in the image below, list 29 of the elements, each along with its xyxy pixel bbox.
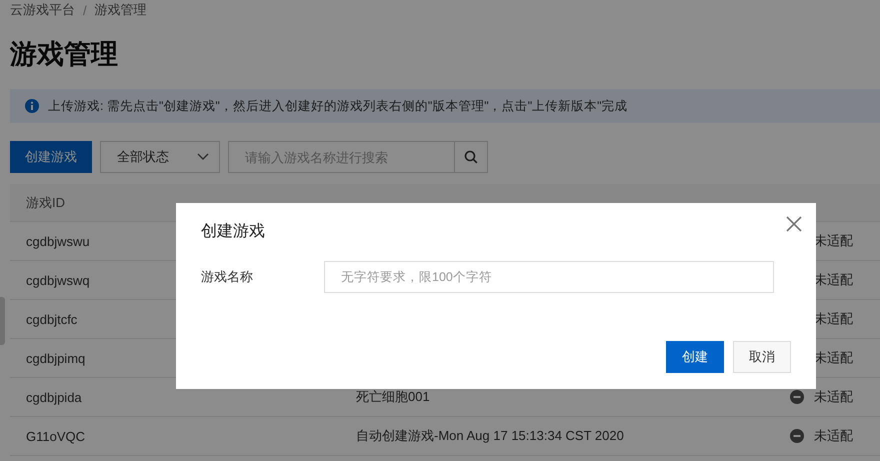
table-cell: cgdbjpida (26, 390, 82, 404)
close-icon[interactable] (786, 216, 802, 232)
status-text: 未适配 (814, 427, 853, 445)
table-cell: cgdbjpimq (26, 350, 86, 366)
notice-text: 上传游戏: 需先点击"创建游戏"，然后进入创建好的游戏列表右侧的"版本管理"，点击"上传新版本"完成 (48, 98, 628, 114)
create-game-button[interactable]: 创建游戏 (10, 141, 92, 173)
breadcrumb-item: 游戏管理 (94, 1, 147, 19)
column-header: 游戏ID (26, 194, 65, 212)
field-label: 游戏名称 (201, 268, 254, 286)
search-bar[interactable]: 请输入游戏名称进行搜索 (228, 141, 488, 173)
search-icon (464, 150, 478, 164)
dialog-title: 创建游戏 (201, 223, 266, 241)
status-text: 未适配 (814, 388, 853, 406)
breadcrumb-separator: / (83, 2, 87, 18)
table-cell: cgdbjwswu (26, 234, 90, 248)
table-cell: cgdbjtcfc (26, 312, 78, 326)
table-cell: 死亡细胞001 (356, 388, 430, 406)
table-cell: G11oVQC (26, 428, 86, 444)
side-handle[interactable] (0, 297, 5, 345)
cancel-button[interactable]: 取消 (733, 341, 791, 373)
info-icon (25, 99, 39, 113)
create-button[interactable]: 创建 (666, 341, 724, 373)
page-title: 游戏管理 (10, 38, 119, 71)
game-name-field[interactable]: 无字符要求，限100个字符 (324, 261, 774, 293)
table-cell: cgdbjwswq (26, 272, 90, 288)
status-dropdown[interactable]: 全部状态 (100, 141, 220, 173)
breadcrumb-item[interactable]: 云游戏平台 (10, 1, 75, 19)
table-cell: 自动创建游戏-Mon Aug 17 15:13:34 CST 2020 (356, 427, 624, 445)
chevron-down-icon (197, 153, 209, 161)
